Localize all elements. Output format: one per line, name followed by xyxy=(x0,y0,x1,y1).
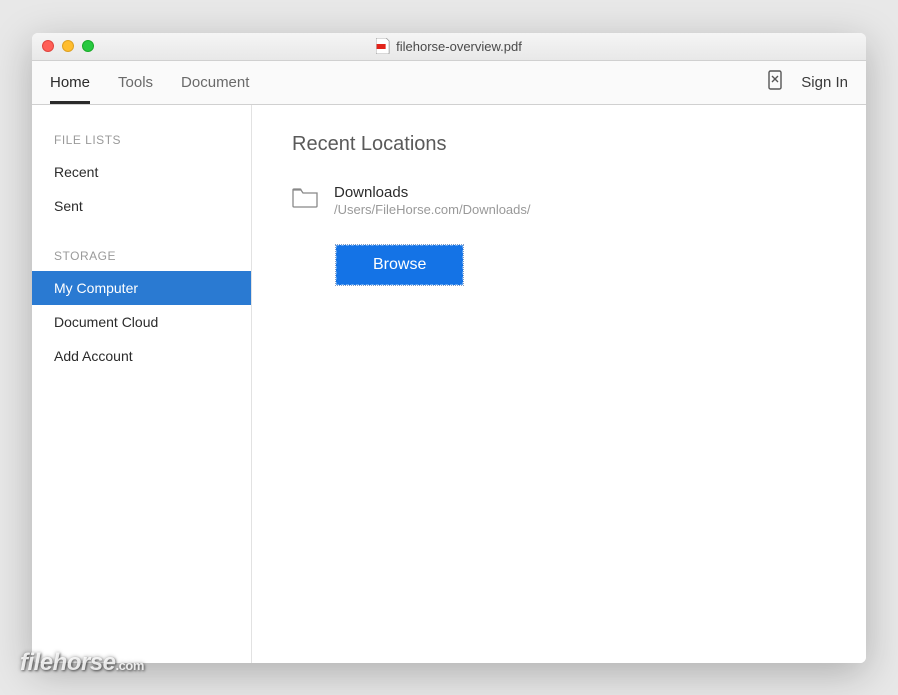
location-text: Downloads /Users/FileHorse.com/Downloads… xyxy=(334,184,531,217)
browse-button[interactable]: Browse xyxy=(336,245,463,285)
pdf-icon xyxy=(376,38,390,54)
mobile-link-icon[interactable] xyxy=(767,70,783,95)
close-button[interactable] xyxy=(42,40,54,52)
sidebar-item-recent[interactable]: Recent xyxy=(32,155,251,189)
sidebar-header-storage: STORAGE xyxy=(32,241,251,271)
folder-icon xyxy=(292,184,318,213)
sign-in-link[interactable]: Sign In xyxy=(801,74,848,91)
toolbar: Home Tools Document Sign In xyxy=(32,61,866,105)
watermark-suffix: .com xyxy=(116,658,144,673)
app-window: filehorse-overview.pdf Home Tools Docume… xyxy=(32,33,866,663)
window-controls xyxy=(32,40,94,52)
minimize-button[interactable] xyxy=(62,40,74,52)
tab-tools[interactable]: Tools xyxy=(118,61,153,104)
toolbar-tabs: Home Tools Document xyxy=(50,61,249,104)
watermark: filehorse.com xyxy=(20,649,144,677)
window-title-text: filehorse-overview.pdf xyxy=(396,39,522,54)
recent-location-row[interactable]: Downloads /Users/FileHorse.com/Downloads… xyxy=(292,184,826,217)
sidebar: FILE LISTS Recent Sent STORAGE My Comput… xyxy=(32,105,252,663)
sidebar-header-file-lists: FILE LISTS xyxy=(32,125,251,155)
window-title: filehorse-overview.pdf xyxy=(376,38,522,54)
toolbar-right: Sign In xyxy=(767,70,848,95)
sidebar-item-add-account[interactable]: Add Account xyxy=(32,339,251,373)
maximize-button[interactable] xyxy=(82,40,94,52)
tab-document[interactable]: Document xyxy=(181,61,249,104)
content-area: FILE LISTS Recent Sent STORAGE My Comput… xyxy=(32,105,866,663)
main-panel: Recent Locations Downloads /Users/FileHo… xyxy=(252,105,866,663)
tab-home[interactable]: Home xyxy=(50,61,90,104)
page-title: Recent Locations xyxy=(292,133,826,156)
location-path: /Users/FileHorse.com/Downloads/ xyxy=(334,202,531,217)
watermark-name: filehorse xyxy=(20,649,116,676)
sidebar-item-document-cloud[interactable]: Document Cloud xyxy=(32,305,251,339)
location-name: Downloads xyxy=(334,184,531,201)
titlebar[interactable]: filehorse-overview.pdf xyxy=(32,33,866,61)
sidebar-item-my-computer[interactable]: My Computer xyxy=(32,271,251,305)
sidebar-item-sent[interactable]: Sent xyxy=(32,189,251,223)
